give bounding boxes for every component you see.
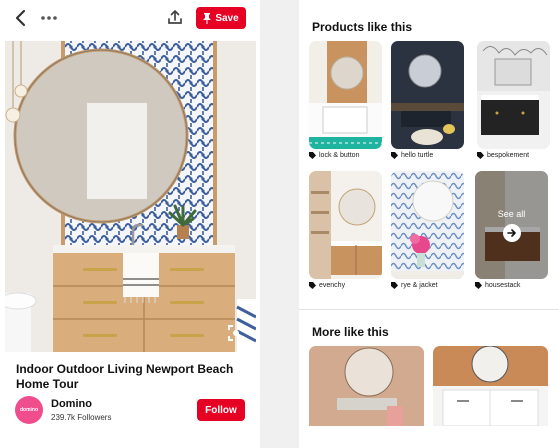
product-image[interactable] <box>309 171 382 279</box>
pin-closeup-panel: Save Indoor Outdoor Living Newport Beach… <box>0 0 260 448</box>
product-tag: rye & jacket <box>391 282 464 289</box>
product-label: bespokement <box>487 152 530 159</box>
product-tag: evenchy <box>309 282 382 289</box>
product-label: hello turtle <box>401 152 434 159</box>
product-tag: housestack <box>475 282 548 289</box>
pushpin-icon <box>203 12 212 24</box>
tag-icon <box>391 152 398 159</box>
pin-detail-screen: Save Indoor Outdoor Living Newport Beach… <box>0 0 559 448</box>
products-heading: Products like this <box>312 20 413 34</box>
pin-image[interactable] <box>5 41 256 352</box>
author-name[interactable]: Domino <box>51 398 92 410</box>
save-button[interactable]: Save <box>196 7 246 29</box>
follower-count: 239.7k Followers <box>51 413 112 422</box>
product-label: housestack <box>485 282 521 289</box>
back-arrow-icon[interactable] <box>13 9 29 27</box>
product-label: rye & jacket <box>401 282 438 289</box>
save-label: Save <box>215 12 239 24</box>
pin-toolbar: Save <box>0 0 260 36</box>
more-heading: More like this <box>312 325 389 339</box>
pin-title: Indoor Outdoor Living Newport Beach Home… <box>16 362 234 391</box>
product-tag: hello turtle <box>391 152 464 159</box>
product-image[interactable] <box>391 171 464 279</box>
product-label: lock & button <box>319 152 360 159</box>
product-image[interactable] <box>391 41 464 149</box>
product-card[interactable]: bespokement <box>477 41 550 159</box>
more-pin-card[interactable] <box>309 346 424 426</box>
product-tag: lock & button <box>309 152 382 159</box>
see-all-overlay[interactable]: See all <box>475 171 548 279</box>
product-image[interactable]: See all <box>475 171 548 279</box>
product-label: evenchy <box>319 282 346 289</box>
author-avatar[interactable]: domino <box>15 396 43 424</box>
product-image[interactable] <box>477 41 550 149</box>
see-all-label: See all <box>497 208 526 219</box>
arrow-right-icon <box>502 223 521 242</box>
product-card[interactable]: rye & jacket <box>391 171 464 289</box>
more-pin-card[interactable] <box>433 346 548 426</box>
related-panel: Products like this lock & button hello t… <box>299 0 559 448</box>
product-tag: bespokement <box>477 152 550 159</box>
share-icon[interactable] <box>166 8 184 26</box>
section-divider <box>299 309 559 310</box>
product-card[interactable]: See all housestack <box>475 171 548 289</box>
follow-button[interactable]: Follow <box>197 399 245 421</box>
product-card[interactable]: hello turtle <box>391 41 464 159</box>
tag-icon <box>477 152 484 159</box>
more-options-icon[interactable] <box>40 9 58 27</box>
tag-icon <box>391 282 398 289</box>
tag-icon <box>309 282 316 289</box>
tag-icon <box>309 152 316 159</box>
expand-fullscreen-icon[interactable] <box>227 324 245 342</box>
product-card[interactable]: lock & button <box>309 41 382 159</box>
product-image[interactable] <box>309 41 382 149</box>
bathroom-illustration <box>5 41 256 352</box>
product-card[interactable]: evenchy <box>309 171 382 289</box>
tag-icon <box>475 282 482 289</box>
